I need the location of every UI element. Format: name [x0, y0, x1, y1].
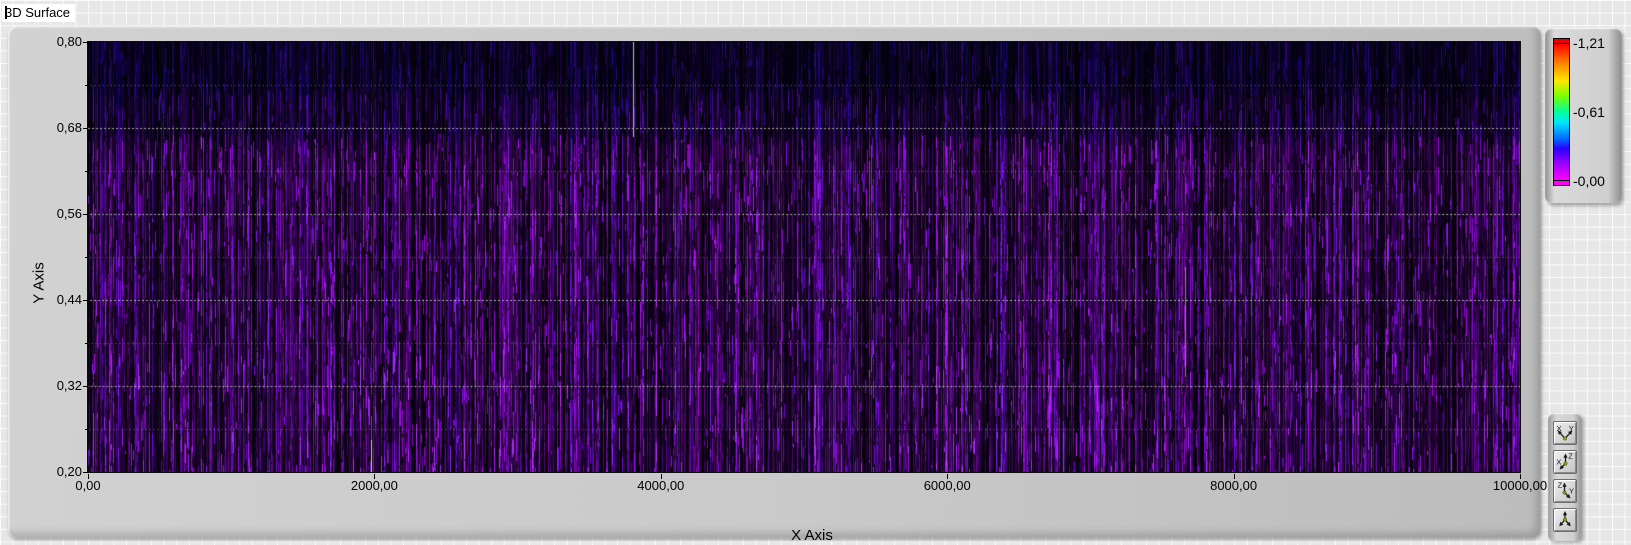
xz-axes-icon: ZX	[1556, 452, 1573, 470]
zy-axes-icon: ZY	[1558, 481, 1574, 499]
scale-label: -0,00	[1573, 172, 1605, 189]
xz-projection-button[interactable]: ZX	[1553, 450, 1577, 474]
svg-text:Y: Y	[1569, 424, 1574, 433]
svg-text:Z: Z	[1558, 481, 1563, 489]
y-tick-label: 0,80	[56, 34, 82, 49]
y-tick-label: 0,20	[56, 464, 82, 479]
color-scale-bar[interactable]	[1553, 38, 1570, 186]
plot-frame	[87, 41, 1521, 473]
x-tick-label: 10000,00	[1492, 478, 1548, 493]
scale-gradient	[1554, 44, 1569, 180]
x-tick-label: 6000,00	[923, 478, 971, 493]
x-tick-label: 0,00	[75, 478, 101, 493]
scale-label: -1,21	[1573, 35, 1605, 52]
y-minor-tick	[85, 171, 88, 172]
x-axis-title: X Axis	[791, 527, 833, 544]
x-tick-label: 4000,00	[637, 478, 685, 493]
y-major-tick	[83, 42, 88, 43]
svg-text:X: X	[1557, 424, 1562, 433]
scale-label: -0,61	[1573, 104, 1605, 120]
x-tick-label: 2000,00	[350, 478, 398, 493]
color-scale-panel: -1,21 -0,61 -0,00	[1545, 28, 1622, 203]
y-minor-tick	[85, 429, 88, 430]
y-tick-label: 0,68	[56, 120, 82, 135]
xy-projection-button[interactable]: XY	[1553, 421, 1577, 445]
surface-plot-canvas[interactable]	[88, 42, 1520, 472]
xy-axes-icon: XY	[1557, 424, 1574, 441]
y-tick-label: 0,32	[56, 378, 82, 393]
3d-axes-icon	[1559, 511, 1571, 527]
y-major-tick	[83, 386, 88, 387]
graph-title-text: 3D Surface	[5, 5, 71, 20]
y-major-tick	[83, 128, 88, 129]
front-panel-background: 3D Surface Y Axis X Axis -1,21 -0,61 -0,00…	[0, 0, 1631, 545]
zy-projection-button[interactable]: ZY	[1553, 479, 1577, 503]
y-tick-label: 0,56	[56, 206, 82, 221]
y-tick-label: 0,44	[56, 292, 82, 307]
y-minor-tick	[85, 257, 88, 258]
x-tick-label: 8000,00	[1210, 478, 1258, 493]
svg-text:Y: Y	[1569, 486, 1574, 495]
scale-underrange-cap	[1554, 181, 1569, 185]
3d-view-button[interactable]	[1553, 508, 1577, 532]
projection-button-strip: XYZXZY	[1548, 413, 1582, 541]
y-major-tick	[83, 214, 88, 215]
graph-title-label: 3D Surface	[2, 4, 76, 22]
y-major-tick	[83, 472, 88, 473]
y-minor-tick	[85, 85, 88, 86]
svg-text:Z: Z	[1568, 452, 1573, 460]
y-minor-tick	[85, 343, 88, 344]
y-major-tick	[83, 300, 88, 301]
svg-text:X: X	[1556, 457, 1561, 466]
